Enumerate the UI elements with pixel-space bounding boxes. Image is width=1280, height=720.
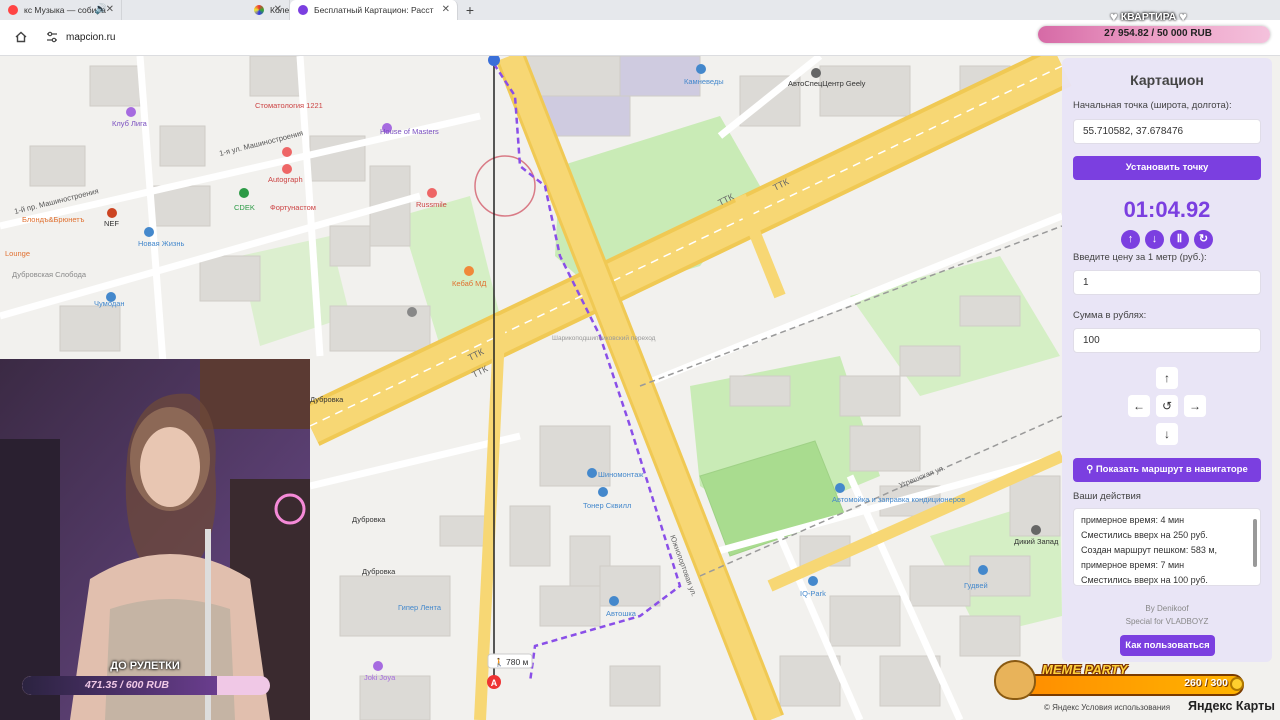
tab-wheel[interactable]: Колесо случайного выбора - / ✕ — [122, 0, 290, 20]
yandex-maps-logo[interactable]: Яндекс Карты — [1188, 699, 1275, 713]
actions-label: Ваши действия — [1073, 491, 1141, 502]
close-tab-icon[interactable]: ✕ — [274, 4, 282, 15]
tab-music[interactable]: кс Музыка — собира 🔊 ✕ — [0, 0, 122, 20]
log-entry: примерное время: 4 мин — [1081, 515, 1185, 525]
log-entry: примерное время: 7 мин — [1081, 560, 1185, 570]
panel-title: Картацион — [1130, 72, 1204, 88]
wheel-favicon-icon — [254, 5, 264, 15]
credit-author: By Denikoof — [1145, 604, 1189, 613]
log-entry: Сместились вверх на 100 руб. — [1081, 575, 1208, 585]
map-label: Joki Joya — [364, 673, 396, 682]
timer-display: 01:04.92 — [1123, 197, 1211, 222]
map-label: NEF — [104, 219, 119, 228]
map-label: Дубровка — [362, 567, 396, 576]
map-label: Фортунастом — [270, 203, 316, 212]
map-label: Клуб Лига — [112, 119, 148, 128]
map-label: Гипер Лента — [398, 603, 442, 612]
log-scrollbar[interactable] — [1253, 519, 1257, 567]
move-left-icon[interactable]: ← — [1128, 395, 1150, 417]
map-label: Lounge — [5, 249, 30, 258]
site-settings-icon[interactable] — [46, 31, 58, 46]
tab-bar: кс Музыка — собира 🔊 ✕ Колесо случайного… — [0, 0, 1280, 20]
arrow-up-icon[interactable]: ↑ — [1121, 230, 1140, 249]
reset-icon[interactable]: ↻ — [1194, 230, 1213, 249]
start-marker-label: A — [491, 678, 498, 688]
map-label: Кебаб МД — [452, 279, 486, 288]
map-label: Дубровка — [352, 515, 386, 524]
arrow-down-icon[interactable]: ↓ — [1145, 230, 1164, 249]
show-route-navigator-button[interactable]: ⚲ Показать маршрут в навигаторе — [1073, 458, 1261, 482]
move-up-icon[interactable]: ↑ — [1156, 367, 1178, 389]
meme-title: MEME PARTY — [1042, 662, 1128, 677]
map-label: House of Masters — [380, 127, 439, 136]
rotate-icon[interactable]: ↺ — [1156, 395, 1178, 417]
route-icon: ⚲ — [1086, 464, 1096, 475]
map-label: Дикий Запад — [1014, 537, 1059, 546]
navigator-button-label: Показать маршрут в навигаторе — [1095, 464, 1248, 475]
map-attribution[interactable]: © Яндекс Условия использования — [1044, 703, 1170, 712]
close-tab-icon[interactable]: ✕ — [442, 4, 450, 15]
map-label: АвтоСпецЦентр Geely — [788, 79, 866, 88]
price-label: Введите цену за 1 метр (руб.): — [1073, 252, 1207, 263]
home-icon[interactable] — [15, 31, 27, 43]
roulette-progress-bar: 471.35 / 600 RUB — [22, 676, 270, 695]
new-tab-button[interactable]: + — [458, 0, 482, 20]
roulette-amount: 471.35 / 600 RUB — [84, 679, 170, 691]
map-label: Тонер Сквилл — [583, 501, 631, 510]
move-right-icon[interactable]: → — [1184, 395, 1206, 417]
map-label: Дубровская Слобода — [12, 270, 87, 279]
heart-icon: ♥ — [1110, 9, 1118, 24]
coin-icon — [1230, 677, 1244, 691]
map-label: Автошка — [606, 609, 637, 618]
tab-label: Бесплатный Картацион: Расст — [314, 5, 434, 15]
goal-amount: 27 954.82 / 50 000 RUB — [1104, 28, 1212, 39]
goal-progress-bar: 27 954.82 / 50 000 RUB — [1038, 26, 1270, 43]
start-point-input[interactable]: 55.710582, 37.678476 — [1073, 119, 1261, 144]
map-label: Дубровка — [310, 395, 344, 404]
music-favicon-icon — [8, 5, 18, 15]
map-label: Блондъ&Брюнетъ — [22, 215, 85, 224]
map-label: Гудвей — [964, 581, 988, 590]
roulette-label: ДО РУЛЕТКИ — [110, 660, 180, 672]
pause-icon[interactable]: Ⅱ — [1170, 230, 1189, 249]
set-point-button[interactable]: Установить точку — [1073, 156, 1261, 180]
price-input[interactable]: 1 — [1073, 270, 1261, 295]
close-tab-icon[interactable]: ✕ — [106, 4, 114, 15]
log-entry: Создан маршрут пешком: 583 м, — [1081, 545, 1218, 555]
map-label: Чумодан — [94, 299, 125, 308]
map-label: Russmile — [416, 200, 447, 209]
tab-kartacion[interactable]: Бесплатный Картацион: Расст ✕ — [290, 0, 458, 20]
map-label: CDEK — [234, 203, 255, 212]
kartacion-favicon-icon — [298, 5, 308, 15]
map-label: IQ-Park — [800, 589, 826, 598]
goal-title-text: КВАРТИРА — [1120, 10, 1177, 23]
map-label: Автомойка и заправка кондиционеров — [832, 495, 965, 504]
map-label: Новая Жизнь — [138, 239, 184, 248]
start-point-label: Начальная точка (широта, долгота): — [1073, 100, 1232, 111]
meme-party-widget: MEME PARTY 260 / 300 — [994, 660, 1248, 700]
credit-special: Special for VLADBOYZ — [1125, 617, 1209, 626]
map-label: Шиномонтаж — [598, 470, 643, 479]
move-down-icon[interactable]: ↓ — [1156, 423, 1178, 445]
route-distance: 780 м — [506, 657, 529, 667]
url-field[interactable]: mapcion.ru — [66, 32, 115, 43]
how-to-use-button[interactable]: Как пользоваться — [1120, 635, 1215, 656]
map-label: Стоматология 1221 — [255, 101, 323, 110]
meme-count: 260 / 300 — [1184, 677, 1228, 689]
map-label: Autograph — [268, 175, 303, 184]
doge-icon — [994, 660, 1036, 700]
svg-text:🚶: 🚶 — [494, 657, 504, 667]
sum-input[interactable]: 100 — [1073, 328, 1261, 353]
heart-icon: ♥ — [1179, 9, 1187, 24]
goal-title: ♥ КВАРТИРА ♥ — [1110, 9, 1187, 24]
actions-log[interactable]: примерное время: 4 мин Сместились вверх … — [1073, 508, 1261, 586]
log-entry: Сместились вверх на 250 руб. — [1081, 530, 1208, 540]
kartacion-panel: Картацион Начальная точка (широта, долго… — [1062, 58, 1272, 662]
map-label: Шарикоподшипниковский переход — [552, 334, 656, 342]
map-label: Камневеды — [684, 77, 724, 86]
sum-label: Сумма в рублях: — [1073, 310, 1147, 321]
